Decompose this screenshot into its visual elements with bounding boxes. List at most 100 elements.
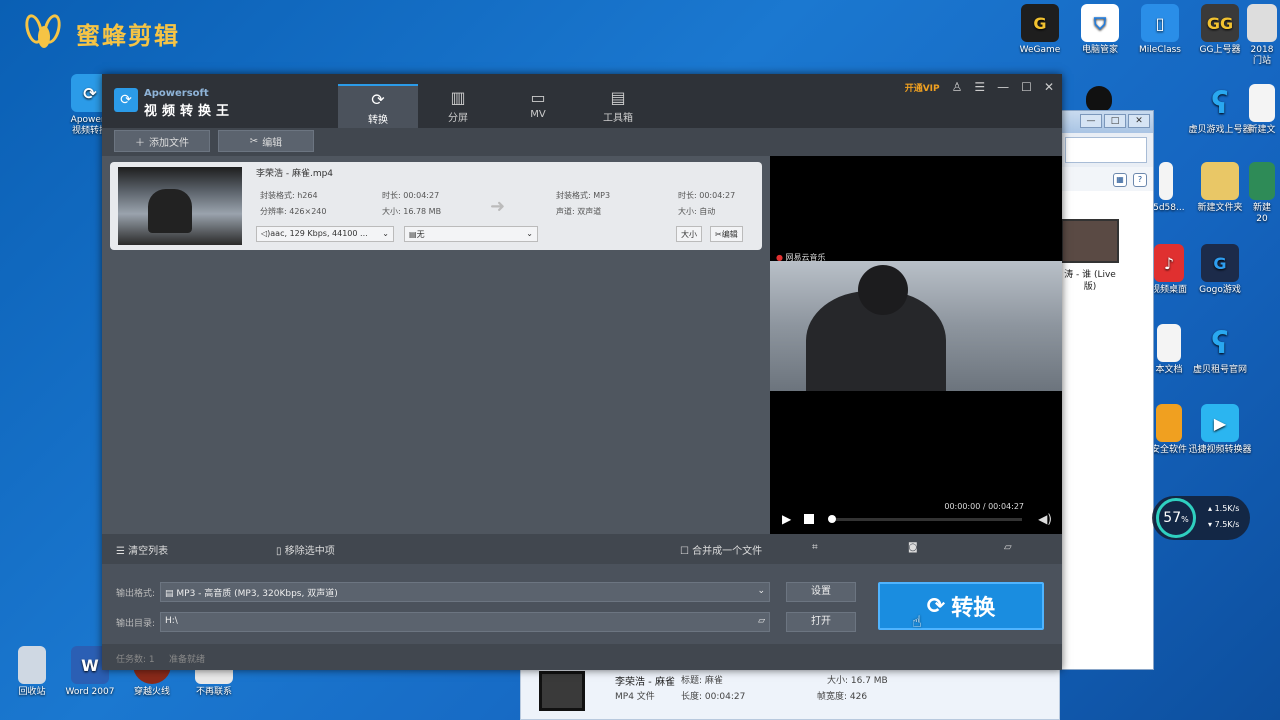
bee-logo-icon	[22, 12, 70, 54]
video-frame	[770, 261, 1062, 391]
usage-ring: 57%	[1156, 498, 1196, 538]
video-desktop-icon: ♪	[1154, 244, 1184, 282]
edit-button[interactable]: ✂ 编辑	[218, 130, 314, 152]
play-icon[interactable]: ▶	[782, 512, 791, 526]
maximize-icon[interactable]: ☐	[1021, 80, 1032, 94]
clear-list-button[interactable]: ☰ 清空列表	[116, 542, 168, 557]
desktop-icon-gogo[interactable]: G Gogo游戏	[1188, 244, 1252, 296]
xubei-icon: ʕ	[1211, 325, 1229, 361]
chevron-down-icon: ⌄	[757, 586, 765, 596]
seek-bar[interactable]	[830, 518, 1022, 521]
user-icon[interactable]: ♙	[952, 80, 963, 94]
crop-icon[interactable]: ⌗	[812, 542, 818, 553]
desktop-icon-2018[interactable]: 2018 门站	[1244, 4, 1280, 67]
minimize-button[interactable]: —	[1080, 114, 1102, 128]
detail-type: MP4 文件	[615, 692, 655, 702]
folder-icon[interactable]: ▱	[758, 616, 765, 628]
desktop-icon-xubei2[interactable]: ʕ 虚贝租号官网	[1188, 324, 1252, 376]
gg-icon: GG	[1201, 4, 1239, 42]
output-format-label: 输出格式:	[116, 589, 156, 599]
watermark-logo: 蜜蜂剪辑	[22, 12, 180, 54]
gogo-icon: G	[1201, 244, 1239, 282]
explorer-address-bar[interactable]	[1065, 137, 1147, 163]
merge-checkbox[interactable]: ☐ 合并成一个文件	[680, 542, 762, 557]
chevron-down-icon: ⌄	[382, 229, 389, 238]
subtitle-select[interactable]: ▤无 ⌄	[404, 226, 538, 242]
detail-title: 李荣浩 - 麻雀	[615, 677, 675, 688]
desktop-icon-pcmanager[interactable]: ⛉ 电脑管家	[1068, 4, 1132, 56]
desktop-icon-mileclass[interactable]: ▯ MileClass	[1128, 4, 1192, 56]
camera-icon[interactable]: ◙	[908, 542, 918, 553]
help-icon[interactable]: ?	[1133, 173, 1147, 187]
file-item[interactable]: 李荣浩 - 麻雀.mp4 封装格式: h264 分辨率: 426×240 时长:…	[110, 162, 762, 250]
seek-handle[interactable]	[828, 515, 836, 523]
network-speed-widget[interactable]: 57% ▴ 1.5K/s ▾ 7.5K/s	[1152, 496, 1250, 540]
split-screen-icon: ▥	[450, 88, 466, 107]
video-converter-window: ⟳ Apowersoft 视频转换王 ⟳ 转换 ▥ 分屏 ▭ MV ▤ 工具箱 开通VI…	[102, 74, 1062, 670]
stop-icon[interactable]	[804, 514, 814, 524]
video-thumbnail[interactable]	[1061, 219, 1119, 263]
desktop-icon-recycle[interactable]: 回收站	[0, 646, 64, 698]
desktop-icon-gg[interactable]: GG GG上号器	[1188, 4, 1252, 56]
app-titlebar: ⟳ Apowersoft 视频转换王 ⟳ 转换 ▥ 分屏 ▭ MV ▤ 工具箱 开通VI…	[102, 74, 1062, 128]
audio-track-select[interactable]: ◁)aac, 129 Kbps, 44100 ... ⌄	[256, 226, 394, 242]
menu-icon[interactable]: ☰	[974, 80, 985, 94]
excel-icon	[1249, 162, 1275, 200]
desktop-icon-wegame[interactable]: G WeGame	[1008, 4, 1072, 56]
book-icon: ▯	[1141, 4, 1179, 42]
shield-icon: ⛉	[1081, 4, 1119, 42]
tab-convert[interactable]: ⟳ 转换	[338, 84, 418, 128]
desktop-icon-newdoc2[interactable]: 新建 20	[1244, 162, 1280, 225]
open-button[interactable]: 打开	[786, 612, 856, 632]
maximize-button[interactable]: □	[1104, 114, 1126, 128]
file-list: 李荣浩 - 麻雀.mp4 封装格式: h264 分辨率: 426×240 时长:…	[102, 156, 770, 534]
video-preview[interactable]: ● 网易云音乐 00:00:00 / 00:04:27 ▶ ◀)	[770, 156, 1062, 534]
subtitle-icon: ▤	[409, 230, 417, 239]
detail-size: 大小: 16.7 MB	[827, 676, 888, 686]
minimize-icon[interactable]: —	[997, 80, 1009, 94]
video-converter-icon: ▶	[1201, 404, 1239, 442]
app-toolbar: ＋添加文件 ✂ 编辑	[102, 128, 1062, 156]
output-duration: 时长: 00:04:27	[678, 191, 736, 200]
folder-open-icon[interactable]: ▱	[1004, 542, 1012, 553]
close-button[interactable]: ✕	[1128, 114, 1150, 128]
tab-mv[interactable]: ▭ MV	[498, 84, 578, 128]
plus-icon: ＋	[135, 137, 145, 149]
desktop-icon-newfolder[interactable]: 新建文件夹	[1188, 162, 1252, 214]
speaker-icon: ◁)	[261, 229, 271, 238]
input-size: 大小: 16.78 MB	[382, 207, 442, 216]
output-format: 封装格式: MP3	[556, 191, 611, 200]
size-button[interactable]: 大小	[676, 226, 702, 242]
shield-icon	[1156, 404, 1182, 442]
output-format-select[interactable]: ▤ MP3 - 高音质 (MP3, 320Kbps, 双声道) ⌄	[160, 582, 770, 602]
output-dir-field[interactable]: H:\ ▱	[160, 612, 770, 632]
remove-selected-button[interactable]: ▯ 移除选中项	[276, 542, 335, 557]
item-edit-button[interactable]: ✂编辑	[710, 226, 743, 242]
explorer-toolbar: ▦ ?	[1059, 167, 1153, 193]
add-file-button[interactable]: ＋添加文件	[114, 130, 210, 152]
xubei-icon: ʕ	[1211, 85, 1229, 121]
refresh-icon: ⟳	[926, 593, 946, 619]
tab-split-screen[interactable]: ▥ 分屏	[418, 84, 498, 128]
close-icon[interactable]: ✕	[1044, 80, 1054, 94]
tab-toolbox[interactable]: ▤ 工具箱	[578, 84, 658, 128]
desktop-icon-newdoc1[interactable]: 新建文	[1244, 84, 1280, 136]
view-icon[interactable]: ▦	[1113, 173, 1127, 187]
desktop-icon-xubei1[interactable]: ʕ 虚贝游戏上号器	[1188, 84, 1252, 136]
brand-small: Apowersoft	[144, 88, 209, 99]
remove-icon: ▯	[276, 546, 282, 557]
download-speed: ▾ 7.5K/s	[1208, 520, 1240, 529]
qq-penguin-icon[interactable]	[1086, 86, 1112, 112]
convert-button[interactable]: ⟳ 转换	[878, 582, 1044, 630]
volume-icon[interactable]: ◀)	[1038, 512, 1052, 526]
desktop-icon-xunjie[interactable]: ▶ 迅捷视频转换器	[1188, 404, 1252, 456]
settings-button[interactable]: 设置	[786, 582, 856, 602]
player-controls: ▶ ◀)	[770, 500, 1062, 534]
file-icon	[1247, 4, 1277, 42]
explorer-titlebar: — □ ✕	[1059, 111, 1153, 133]
recycle-bin-icon	[18, 646, 46, 684]
chevron-down-icon: ⌄	[526, 229, 533, 238]
vip-link[interactable]: 开通VIP	[905, 81, 940, 94]
file-icon	[1159, 162, 1173, 200]
format-icon: ▤	[165, 589, 174, 599]
